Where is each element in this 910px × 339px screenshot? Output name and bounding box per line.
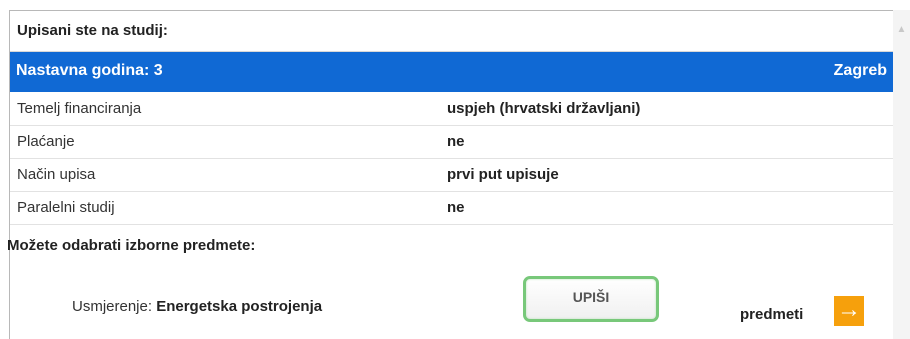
enrollment-header: Upisani ste na studij: [10, 11, 893, 52]
direction-value: Energetska postrojenja [156, 298, 323, 315]
city-label: Zagreb [833, 62, 887, 79]
enroll-button[interactable]: UPIŠI [523, 276, 659, 322]
subjects-label: predmeti [740, 306, 804, 323]
detail-label: Paralelni studij [17, 199, 115, 216]
detail-value: ne [447, 199, 465, 216]
detail-value: ne [447, 133, 465, 150]
scrollbar[interactable]: ▲ [893, 10, 910, 339]
enrollment-panel: Upisani ste na studij: Nastavna godina: … [9, 10, 893, 339]
detail-value: uspjeh (hrvatski državljani) [447, 100, 641, 117]
detail-label: Način upisa [17, 166, 96, 183]
detail-label: Plaćanje [17, 133, 75, 150]
academic-year-bar: Nastavna godina: 3 Zagreb [10, 52, 893, 92]
detail-row-financing: Temelj financiranja uspjeh (hrvatski drž… [10, 93, 893, 126]
detail-row-enrollment-type: Način upisa prvi put upisuje [10, 159, 893, 192]
detail-value: prvi put upisuje [447, 166, 559, 183]
arrow-right-icon[interactable]: → [834, 296, 864, 326]
enrollment-title: Upisani ste na studij: [17, 22, 168, 39]
academic-year-label: Nastavna godina: 3 [16, 62, 163, 79]
direction-label: Usmjerenje: [72, 298, 157, 315]
detail-row-parallel-study: Paralelni studij ne [10, 192, 893, 225]
electives-title: Možete odabrati izborne predmete: [7, 237, 256, 254]
detail-label: Temelj financiranja [17, 100, 142, 117]
detail-row-payment: Plaćanje ne [10, 126, 893, 159]
direction-text: Usmjerenje: Energetska postrojenja [72, 298, 322, 315]
scroll-up-arrow-icon[interactable]: ▲ [894, 22, 909, 37]
